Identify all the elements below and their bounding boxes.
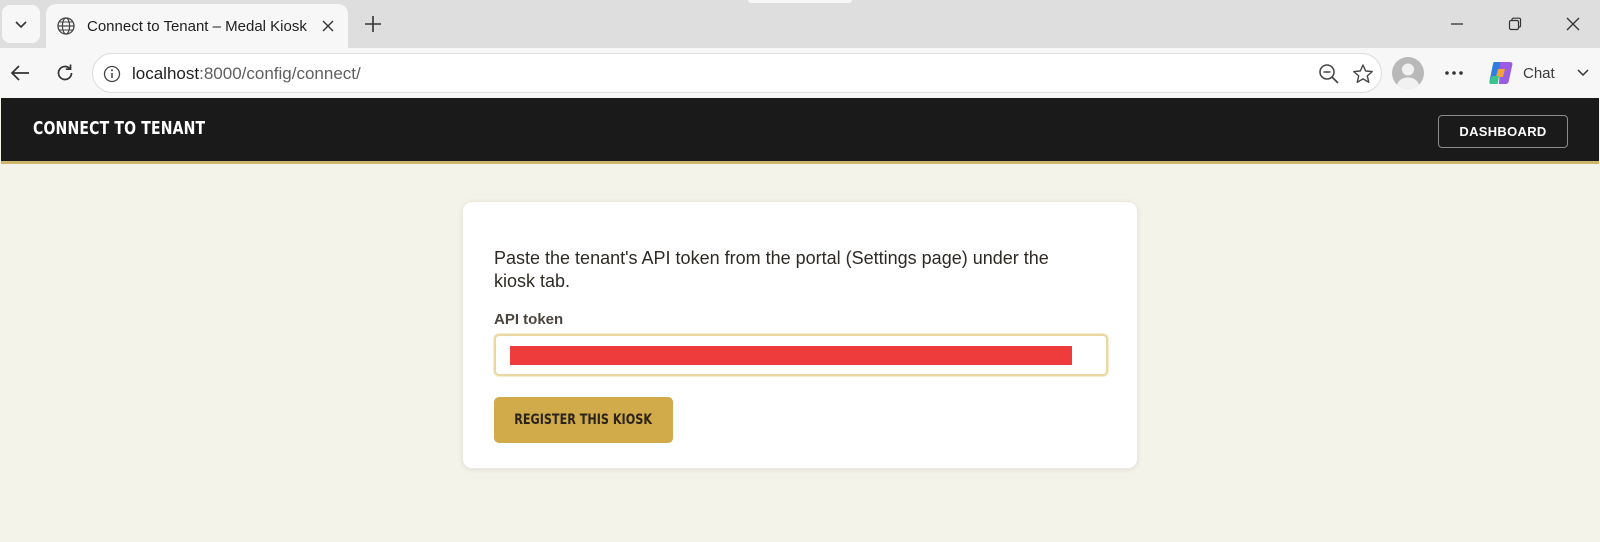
copilot-icon <box>1489 62 1513 84</box>
close-icon <box>1566 17 1580 31</box>
tab-list-icon <box>15 21 27 29</box>
redacted-token-value <box>510 346 1072 365</box>
settings-more-button[interactable] <box>1438 57 1470 89</box>
browser-tab[interactable]: Connect to Tenant – Medal Kiosk <box>46 4 348 48</box>
register-kiosk-label: REGISTER THIS KIOSK <box>514 412 653 428</box>
info-icon <box>103 65 121 83</box>
globe-icon <box>57 17 75 35</box>
connect-card: Paste the tenant's API token from the po… <box>462 201 1138 469</box>
url-text: localhost:8000/config/connect/ <box>132 64 361 84</box>
url-host: localhost <box>132 64 200 83</box>
copilot-chat-button[interactable]: Chat <box>1482 54 1596 92</box>
profile-button[interactable] <box>1392 57 1424 89</box>
back-button[interactable] <box>2 55 38 91</box>
restore-button[interactable] <box>1492 4 1538 44</box>
favorite-button[interactable] <box>1351 62 1375 86</box>
chevron-down-icon <box>1577 69 1589 77</box>
dashboard-button[interactable]: DASHBOARD <box>1438 115 1568 148</box>
zoom-button[interactable] <box>1317 62 1341 86</box>
reload-icon <box>57 64 73 81</box>
reload-button[interactable] <box>47 55 83 91</box>
restore-icon <box>1508 17 1522 31</box>
plus-icon <box>365 16 381 32</box>
more-icon <box>1445 71 1463 75</box>
profile-icon <box>1397 63 1419 89</box>
address-bar[interactable]: localhost:8000/config/connect/ <box>92 53 1382 93</box>
zoom-out-icon <box>1319 64 1339 84</box>
instructions-text: Paste the tenant's API token from the po… <box>494 248 1049 291</box>
back-icon <box>10 65 29 81</box>
new-tab-button[interactable] <box>357 9 389 39</box>
browser-toolbar: localhost:8000/config/connect/ Chat <box>0 48 1600 98</box>
copilot-label: Chat <box>1523 64 1555 82</box>
tab-title: Connect to Tenant – Medal Kiosk <box>87 17 307 35</box>
minimize-icon <box>1451 23 1463 25</box>
tab-list-button[interactable] <box>2 5 40 43</box>
api-token-input[interactable] <box>494 334 1108 376</box>
tab-close-button[interactable] <box>318 16 338 36</box>
register-kiosk-button[interactable]: REGISTER THIS KIOSK <box>494 397 673 443</box>
browser-tab-strip: Connect to Tenant – Medal Kiosk <box>0 0 1600 48</box>
page-title: CONNECT TO TENANT <box>33 118 206 139</box>
star-icon <box>1353 64 1373 83</box>
window-drag-handle[interactable] <box>748 0 852 3</box>
url-path: :8000/config/connect/ <box>199 64 361 83</box>
site-info-button[interactable] <box>101 63 123 85</box>
close-icon <box>322 20 334 32</box>
minimize-button[interactable] <box>1434 4 1480 44</box>
close-window-button[interactable] <box>1550 4 1596 44</box>
app-header: CONNECT TO TENANT DASHBOARD <box>1 98 1599 164</box>
api-token-label: API token <box>494 311 564 328</box>
